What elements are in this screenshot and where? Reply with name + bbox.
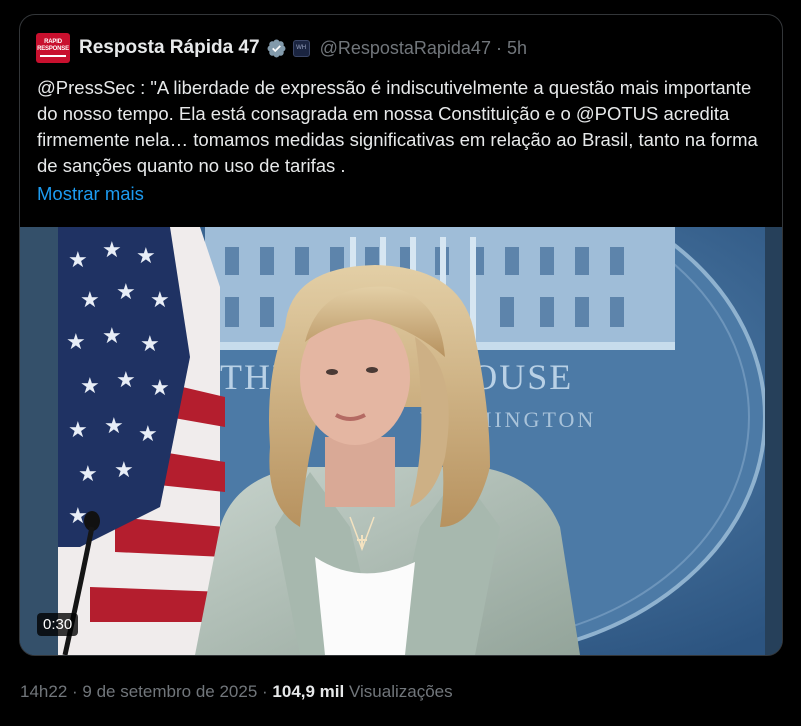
video-duration: 0:30 [37, 613, 79, 636]
time-ago[interactable]: 5h [507, 38, 527, 58]
views-label: Visualizações [348, 682, 453, 701]
svg-text:★: ★ [136, 244, 156, 269]
svg-text:★: ★ [102, 324, 122, 349]
svg-text:★: ★ [68, 248, 88, 273]
post-date[interactable]: 9 de setembro de 2025 [82, 682, 257, 701]
svg-text:★: ★ [68, 418, 88, 443]
tweet-meta: 14h22 · 9 de setembro de 2025 · 104,9 mi… [20, 682, 453, 702]
avatar-text-top: RAPID [44, 39, 62, 45]
handle-and-time: @RespostaRapida47 · 5h [320, 38, 527, 59]
tweet-card[interactable]: RAPID RESPONSE Resposta Rápida 47 WH @Re… [19, 14, 783, 656]
affiliate-badge-text: WH [296, 45, 307, 51]
svg-text:★: ★ [102, 238, 122, 263]
svg-text:★: ★ [80, 374, 100, 399]
video-player[interactable]: THE WHITE HOUSE WASHINGTON ★★★ ★★★ ★★★ [20, 227, 782, 655]
meta-separator-1: · [72, 682, 78, 701]
video-frame: THE WHITE HOUSE WASHINGTON ★★★ ★★★ ★★★ [20, 227, 782, 655]
svg-text:★: ★ [116, 280, 136, 305]
svg-text:★: ★ [80, 288, 100, 313]
tweet-header: RAPID RESPONSE Resposta Rápida 47 WH @Re… [36, 33, 527, 63]
avatar[interactable]: RAPID RESPONSE [36, 33, 70, 63]
avatar-text-bottom: RESPONSE [37, 46, 69, 52]
handle[interactable]: @RespostaRapida47 [320, 38, 491, 58]
avatar-stripe [40, 55, 66, 57]
svg-text:★: ★ [138, 422, 158, 447]
post-time[interactable]: 14h22 [20, 682, 67, 701]
svg-text:★: ★ [114, 458, 134, 483]
svg-text:★: ★ [78, 462, 98, 487]
views-count[interactable]: 104,9 mil [272, 682, 344, 701]
show-more-link[interactable]: Mostrar mais [37, 181, 144, 207]
svg-text:★: ★ [150, 288, 170, 313]
handle-separator: · [495, 37, 502, 58]
us-flag: ★ ★ ★ ★ ★ ★ ★ ★ ★ ★ ★ ★ ★ ★ ★ ★ ★ ★ [58, 227, 225, 655]
svg-text:★: ★ [66, 330, 86, 355]
affiliate-badge-icon[interactable]: WH [292, 39, 310, 57]
verified-badge-icon [267, 39, 286, 57]
meta-separator-2: · [262, 682, 268, 701]
svg-text:★: ★ [150, 376, 170, 401]
svg-text:★: ★ [104, 414, 124, 439]
display-name[interactable]: Resposta Rápida 47 [79, 37, 260, 59]
svg-text:★: ★ [140, 332, 160, 357]
svg-text:★: ★ [116, 368, 136, 393]
tweet-text: @PressSec : "A liberdade de expressão é … [37, 77, 758, 176]
